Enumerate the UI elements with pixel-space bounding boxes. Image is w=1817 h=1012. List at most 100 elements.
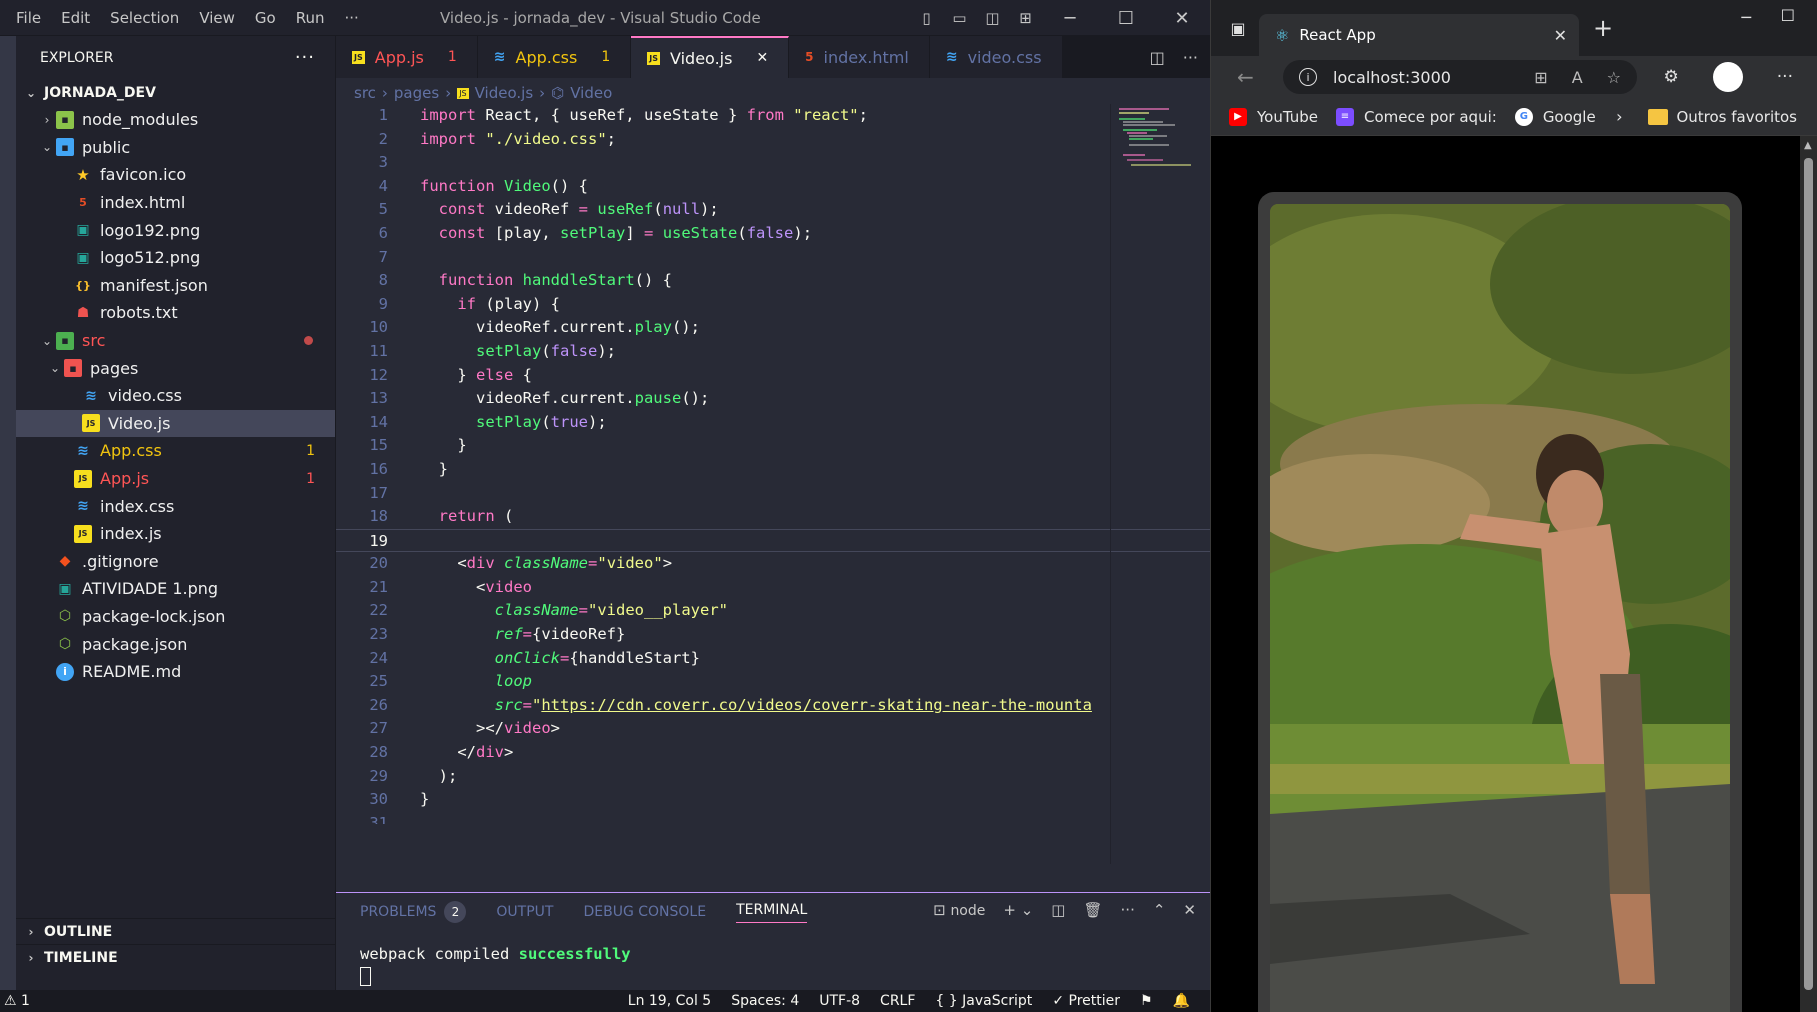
more-actions-icon[interactable]: ··· (1121, 901, 1135, 919)
bookmark-youtube[interactable]: ▶ YouTube (1229, 107, 1318, 126)
split-editor-icon[interactable]: ◫ (1150, 48, 1165, 67)
tab-video-js[interactable]: JS Video.js ✕ (631, 36, 790, 78)
chevron-right-icon[interactable]: › (1616, 107, 1622, 126)
code-editor[interactable]: 1 import React, { useRef, useState } from… (336, 104, 1210, 824)
workspaces-icon[interactable]: ▣ (1217, 8, 1259, 48)
timeline-section[interactable]: › TIMELINE (16, 944, 335, 970)
tree-item-video-js[interactable]: JS Video.js (16, 409, 335, 438)
status-encoding[interactable]: UTF-8 (819, 993, 860, 1009)
explorer-more-button[interactable]: ··· (295, 47, 315, 68)
apps-icon[interactable]: ⊞ (1534, 68, 1547, 87)
more-menu-icon[interactable]: ··· (1777, 67, 1793, 87)
tree-item-video-css[interactable]: ≋ video.css (16, 382, 335, 410)
tree-item-atividade[interactable]: ▣ ATIVIDADE 1.png (16, 575, 335, 603)
tree-item-favicon[interactable]: ★ favicon.ico (16, 161, 335, 189)
tree-item-logo512[interactable]: ▣ logo512.png (16, 244, 335, 272)
info-icon[interactable]: i (1299, 68, 1317, 86)
tree-item-public[interactable]: ⌄ ▪ public (16, 134, 335, 162)
maximize-icon[interactable]: ☐ (1098, 0, 1154, 36)
bookmark-comece[interactable]: ≡ Comece por aqui: (1336, 107, 1497, 126)
new-tab-icon[interactable]: + (1593, 14, 1613, 42)
tree-item-logo192[interactable]: ▣ logo192.png (16, 216, 335, 244)
video-player[interactable] (1270, 204, 1730, 1012)
extensions-icon[interactable]: ⚙ (1664, 67, 1679, 87)
close-tab-icon[interactable]: ✕ (1554, 26, 1567, 45)
breadcrumb-pages[interactable]: pages (394, 84, 439, 102)
outline-section[interactable]: › OUTLINE (16, 918, 335, 944)
status-spaces[interactable]: Spaces: 4 (731, 993, 799, 1009)
tab-app-js[interactable]: JS App.js 1 (336, 36, 478, 78)
maximize-panel-icon[interactable]: ⌃ (1153, 901, 1166, 919)
menu-run[interactable]: Run (286, 0, 335, 36)
tab-app-css[interactable]: ≋ App.css 1 (477, 36, 632, 78)
tree-item-label: node_modules (82, 110, 199, 130)
tree-item-app-css[interactable]: ≋ App.css 1 (16, 437, 335, 465)
status-problems[interactable]: ⚠ 1 (4, 993, 30, 1009)
tree-item-node-modules[interactable]: › ▪ node_modules (16, 106, 335, 134)
tab-output[interactable]: OUTPUT (496, 904, 553, 920)
tree-item-package[interactable]: ⬡ package.json (16, 630, 335, 658)
tree-item-app-js[interactable]: JS App.js 1 (16, 465, 335, 493)
tree-item-index-css[interactable]: ≋ index.css (16, 492, 335, 520)
menu-edit[interactable]: Edit (51, 0, 100, 36)
tree-item-manifest[interactable]: {} manifest.json (16, 272, 335, 300)
maximize-icon[interactable]: ☐ (1781, 6, 1795, 25)
new-terminal-icon[interactable]: + ⌄ (1003, 901, 1033, 919)
tab-index-html[interactable]: 5 index.html (789, 36, 930, 78)
breadcrumb-symbol[interactable]: Video (570, 84, 612, 102)
bookmark-google[interactable]: G Google (1514, 107, 1596, 126)
breadcrumb-src[interactable]: src (354, 84, 376, 102)
terminal-shell-selector[interactable]: ⊡ node (933, 901, 985, 919)
tree-item-package-lock[interactable]: ⬡ package-lock.json (16, 603, 335, 631)
scroll-up-arrow-icon[interactable]: ▲ (1804, 140, 1812, 151)
project-folder[interactable]: ⌄ JORNADA_DEV (16, 79, 335, 106)
tree-item-readme[interactable]: i README.md (16, 658, 335, 686)
customize-layout-icon[interactable]: ⊞ (1009, 0, 1042, 36)
minimize-icon[interactable]: ─ (1741, 8, 1751, 27)
menu-selection[interactable]: Selection (100, 0, 189, 36)
menu-view[interactable]: View (189, 0, 245, 36)
status-eol[interactable]: CRLF (880, 993, 915, 1009)
tree-item-robots[interactable]: ☗ robots.txt (16, 299, 335, 327)
breadcrumb-file[interactable]: Video.js (475, 84, 534, 102)
notifications-bell-icon[interactable]: 🔔 (1173, 993, 1190, 1009)
menu-go[interactable]: Go (245, 0, 286, 36)
scrollbar-thumb[interactable] (1804, 158, 1813, 990)
terminal-output[interactable]: webpack compiled successfully (360, 945, 631, 963)
feedback-icon[interactable]: ⚑ (1140, 993, 1153, 1009)
tree-item-src[interactable]: ⌄ ▪ src (16, 327, 335, 355)
page-scrollbar[interactable]: ▲ (1800, 136, 1817, 1012)
more-actions-icon[interactable]: ··· (1183, 48, 1198, 67)
other-favorites[interactable]: Outros favoritos (1676, 108, 1797, 126)
tab-debug-console[interactable]: DEBUG CONSOLE (583, 904, 706, 920)
close-window-icon[interactable]: ✕ (1154, 0, 1210, 36)
status-language[interactable]: { } JavaScript (935, 993, 1032, 1009)
split-terminal-icon[interactable]: ◫ (1051, 901, 1065, 919)
tab-video-css[interactable]: ≋ video.css (929, 36, 1063, 78)
status-position[interactable]: Ln 19, Col 5 (628, 993, 711, 1009)
minimize-icon[interactable]: ─ (1042, 0, 1098, 36)
minimap[interactable] (1110, 104, 1194, 864)
status-formatter[interactable]: ✓ Prettier (1052, 993, 1120, 1009)
tree-item-gitignore[interactable]: ◆ .gitignore (16, 548, 335, 576)
tree-item-index-js[interactable]: JS index.js (16, 520, 335, 548)
star-icon[interactable]: ☆ (1607, 68, 1621, 87)
back-arrow-icon[interactable]: ← (1237, 65, 1254, 89)
read-aloud-icon[interactable]: A (1572, 68, 1583, 87)
tree-item-pages[interactable]: ⌄ ▪ pages (16, 354, 335, 382)
profile-avatar[interactable] (1712, 62, 1743, 92)
tree-item-label: logo512.png (100, 248, 201, 268)
tab-terminal[interactable]: TERMINAL (736, 902, 808, 923)
menu-file[interactable]: File (6, 0, 51, 36)
trash-icon[interactable]: 🗑 (1083, 901, 1102, 919)
toggle-panel-icon[interactable]: ▭ (943, 0, 976, 36)
browser-tab-react-app[interactable]: ⚛ React App ✕ (1259, 14, 1579, 56)
toggle-sidebar-icon[interactable]: ▯ (910, 0, 943, 36)
toggle-secondary-sidebar-icon[interactable]: ◫ (976, 0, 1009, 36)
tab-problems[interactable]: PROBLEMS 2 (360, 901, 467, 923)
address-bar[interactable]: i localhost:3000 ⊞ A ☆ (1283, 60, 1637, 94)
tab-close-icon[interactable]: ✕ (756, 50, 768, 66)
close-panel-icon[interactable]: ✕ (1183, 901, 1196, 919)
tree-item-index-html[interactable]: 5 index.html (16, 189, 335, 217)
menu-more[interactable]: ··· (335, 0, 369, 36)
